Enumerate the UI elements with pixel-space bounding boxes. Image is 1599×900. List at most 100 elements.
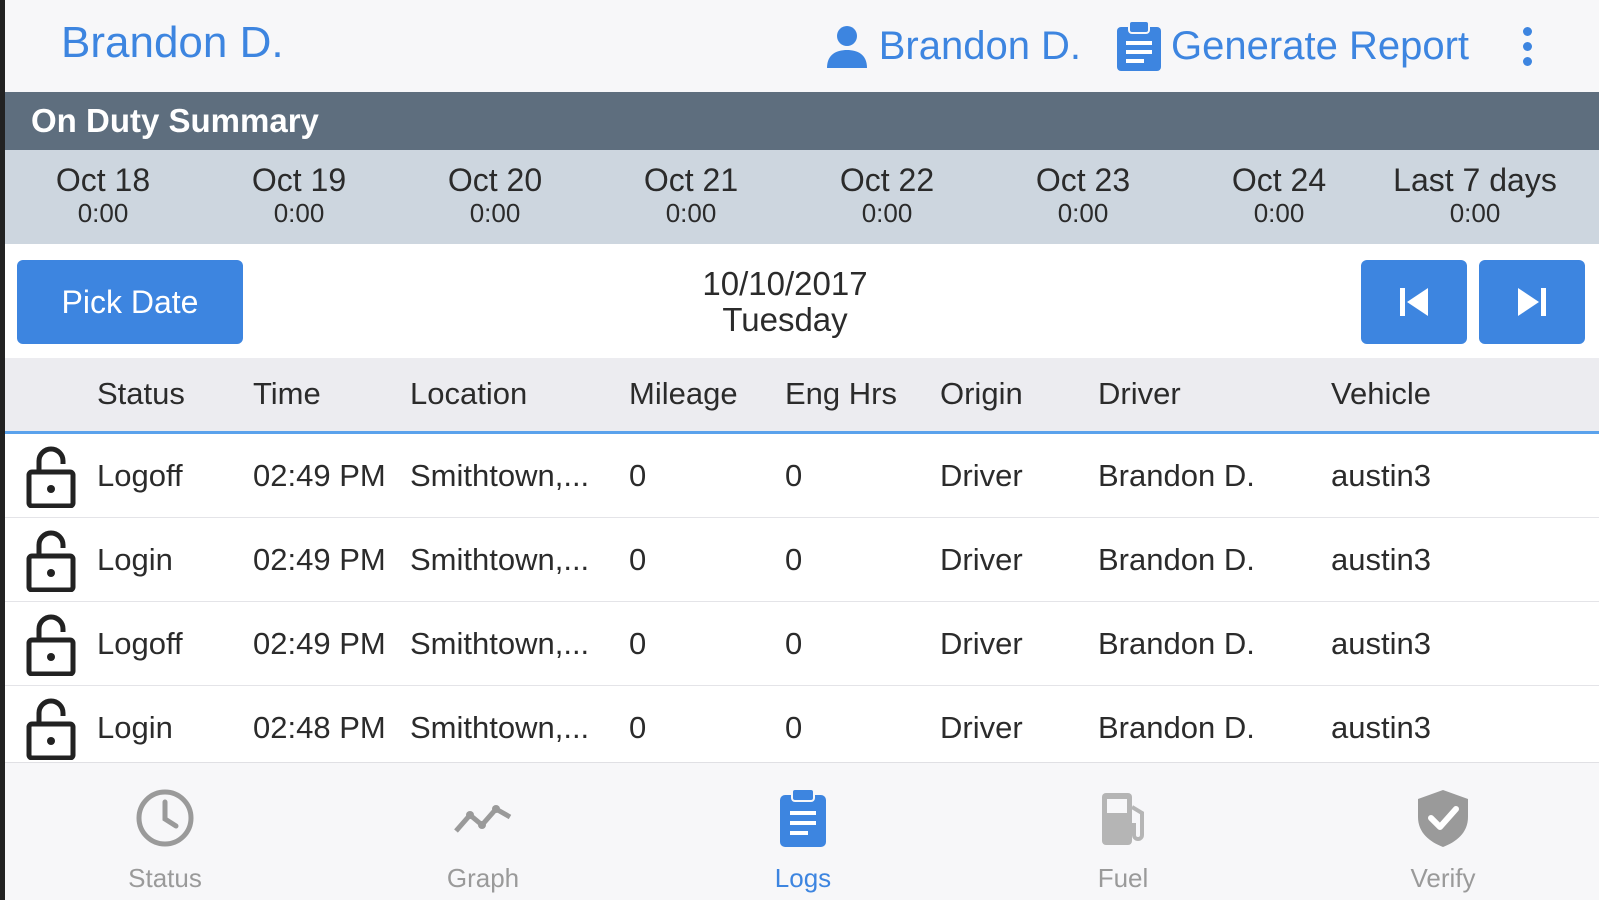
page-title: Brandon D.: [61, 18, 284, 67]
shield-check-icon: [1418, 790, 1468, 847]
eng-hrs-cell: 0: [785, 458, 803, 493]
day-summary[interactable]: Oct 22 0:00: [789, 162, 985, 228]
table-row[interactable]: Logoff 02:49 PM Smithtown,... 0 0 Driver…: [5, 602, 1599, 686]
column-header-eng-hrs[interactable]: Eng Hrs: [785, 376, 897, 412]
location-cell: Smithtown,...: [410, 542, 590, 577]
day-label: Oct 18: [55, 162, 151, 198]
eng-hrs-cell: 0: [785, 542, 803, 577]
unlock-icon: [26, 530, 76, 592]
more-options-button[interactable]: [1515, 18, 1539, 74]
day-hours: 0:00: [1449, 198, 1501, 228]
origin-cell: Driver: [940, 542, 1023, 577]
status-cell: Login: [97, 542, 173, 577]
day-label: Oct 21: [643, 162, 739, 198]
person-icon: [826, 26, 867, 68]
column-header-time[interactable]: Time: [253, 376, 321, 412]
driver-cell: Brandon D.: [1098, 458, 1255, 493]
day-hours: 0:00: [1057, 198, 1109, 228]
generate-report-button[interactable]: Generate Report: [1113, 19, 1469, 73]
mileage-cell: 0: [629, 710, 647, 745]
date-navigation: Pick Date 10/10/2017 Tuesday: [5, 244, 1599, 358]
tab-label: Verify: [1410, 863, 1476, 893]
column-header-vehicle[interactable]: Vehicle: [1331, 376, 1431, 412]
tab-label: Status: [128, 863, 202, 893]
pick-date-button[interactable]: Pick Date: [17, 260, 243, 344]
column-header-location[interactable]: Location: [410, 376, 527, 412]
clock-icon: [136, 789, 194, 847]
summary-title: On Duty Summary: [31, 102, 319, 139]
table-row[interactable]: Login 02:49 PM Smithtown,... 0 0 Driver …: [5, 518, 1599, 602]
mileage-cell: 0: [629, 542, 647, 577]
previous-day-button[interactable]: [1361, 260, 1467, 344]
table-row[interactable]: Login 02:48 PM Smithtown,... 0 0 Driver …: [5, 686, 1599, 770]
skip-previous-icon: [1400, 288, 1428, 316]
tab-graph[interactable]: Graph: [403, 787, 563, 894]
vehicle-cell: austin3: [1331, 710, 1431, 745]
location-cell: Smithtown,...: [410, 626, 590, 661]
tab-fuel[interactable]: Fuel: [1043, 787, 1203, 894]
time-cell: 02:49 PM: [253, 626, 386, 661]
day-label: Oct 19: [251, 162, 347, 198]
day-hours: 0:00: [861, 198, 913, 228]
clipboard-icon: [1117, 20, 1162, 71]
driver-cell: Brandon D.: [1098, 710, 1255, 745]
status-cell: Logoff: [97, 626, 183, 661]
next-day-button[interactable]: [1479, 260, 1585, 344]
column-header-origin[interactable]: Origin: [940, 376, 1023, 412]
eng-hrs-cell: 0: [785, 626, 803, 661]
day-summary[interactable]: Oct 20 0:00: [397, 162, 593, 228]
selected-date: 10/10/2017 Tuesday: [645, 266, 925, 338]
days-summary-strip: Oct 18 0:00 Oct 19 0:00 Oct 20 0:00 Oct …: [5, 150, 1599, 244]
day-summary[interactable]: Oct 24 0:00: [1181, 162, 1377, 228]
day-summary[interactable]: Oct 23 0:00: [985, 162, 1181, 228]
tab-verify[interactable]: Verify: [1363, 787, 1523, 894]
day-label: Oct 24: [1231, 162, 1327, 198]
day-summary[interactable]: Oct 19 0:00: [201, 162, 397, 228]
header-bar: Brandon D. Brandon D. Generate Report: [5, 0, 1599, 92]
bottom-tab-bar: Status Graph Logs Fuel Verify: [5, 762, 1599, 900]
on-duty-summary-bar: On Duty Summary: [5, 92, 1599, 150]
line-chart-icon: [454, 805, 512, 833]
user-button[interactable]: Brandon D.: [823, 22, 1081, 70]
day-label: Last 7 days: [1393, 162, 1557, 198]
app-window: Brandon D. Brandon D. Generate Report On…: [0, 0, 1599, 900]
driver-cell: Brandon D.: [1098, 626, 1255, 661]
driver-cell: Brandon D.: [1098, 542, 1255, 577]
tab-status[interactable]: Status: [85, 787, 245, 894]
time-cell: 02:49 PM: [253, 542, 386, 577]
skip-next-icon: [1518, 288, 1546, 316]
tab-logs[interactable]: Logs: [723, 787, 883, 894]
origin-cell: Driver: [940, 458, 1023, 493]
day-label: Oct 23: [1035, 162, 1131, 198]
time-cell: 02:49 PM: [253, 458, 386, 493]
status-cell: Logoff: [97, 458, 183, 493]
day-label: Oct 20: [447, 162, 543, 198]
table-row[interactable]: Logoff 02:49 PM Smithtown,... 0 0 Driver…: [5, 434, 1599, 518]
day-summary[interactable]: Oct 21 0:00: [593, 162, 789, 228]
column-header-status[interactable]: Status: [97, 376, 185, 412]
location-cell: Smithtown,...: [410, 710, 590, 745]
tab-label: Fuel: [1097, 863, 1149, 893]
day-hours: 0:00: [1253, 198, 1305, 228]
vehicle-cell: austin3: [1331, 542, 1431, 577]
log-table-body: Logoff 02:49 PM Smithtown,... 0 0 Driver…: [5, 434, 1599, 770]
column-header-driver[interactable]: Driver: [1098, 376, 1181, 412]
header-actions: Brandon D. Generate Report: [823, 18, 1539, 74]
origin-cell: Driver: [940, 710, 1023, 745]
weekday-value: Tuesday: [722, 301, 848, 338]
mileage-cell: 0: [629, 626, 647, 661]
day-hours: 0:00: [77, 198, 129, 228]
unlock-icon: [26, 446, 76, 508]
location-cell: Smithtown,...: [410, 458, 590, 493]
table-header: Status Time Location Mileage Eng Hrs Ori…: [5, 358, 1599, 434]
status-cell: Login: [97, 710, 173, 745]
time-cell: 02:48 PM: [253, 710, 386, 745]
day-hours: 0:00: [665, 198, 717, 228]
vehicle-cell: austin3: [1331, 626, 1431, 661]
mileage-cell: 0: [629, 458, 647, 493]
day-summary-last-7-days[interactable]: Last 7 days 0:00: [1377, 162, 1573, 228]
tab-label: Logs: [774, 863, 832, 893]
day-summary[interactable]: Oct 18 0:00: [5, 162, 201, 228]
column-header-mileage[interactable]: Mileage: [629, 376, 738, 412]
generate-report-label: Generate Report: [1171, 23, 1469, 68]
